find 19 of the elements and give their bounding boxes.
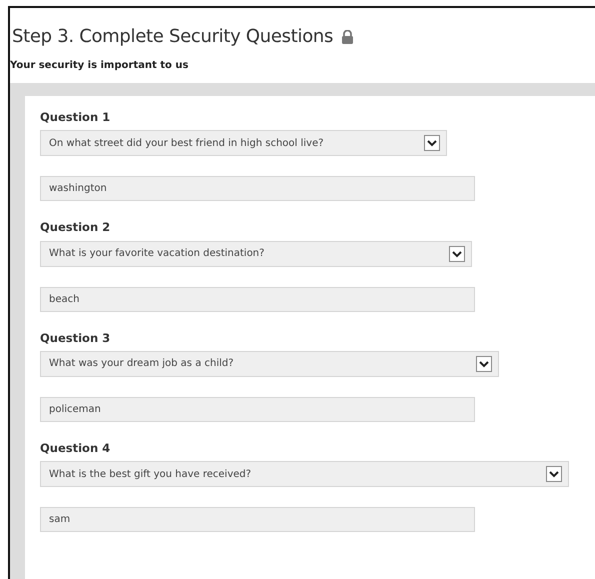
question-dropdown[interactable]: What is your favorite vacation destination? <box>40 240 472 266</box>
question-label: Question 4 <box>40 440 112 457</box>
chevron-down-icon <box>546 466 562 482</box>
question-label: Question 3 <box>40 330 112 346</box>
page-subtitle: Your security is important to us <box>10 59 190 73</box>
question-label: Question 1 <box>40 109 112 126</box>
answer-field[interactable]: sam <box>40 507 475 532</box>
chevron-down-icon <box>449 246 465 262</box>
question-dropdown[interactable]: What was your dream job as a child? <box>40 350 499 377</box>
question-dropdown[interactable]: On what street did your best friend in high school live? <box>40 130 447 156</box>
chevron-down-icon <box>424 135 440 152</box>
question-dropdown[interactable]: What is the best gift you have received? <box>40 461 569 487</box>
answer-field[interactable]: washington <box>40 176 475 202</box>
lock-icon <box>341 30 354 44</box>
answer-field[interactable]: beach <box>40 286 475 312</box>
page-title: Step 3. Complete Security Questions <box>12 25 334 49</box>
question-label: Question 2 <box>40 219 112 236</box>
chevron-down-icon <box>476 356 492 372</box>
answer-field[interactable]: policeman <box>40 396 475 422</box>
